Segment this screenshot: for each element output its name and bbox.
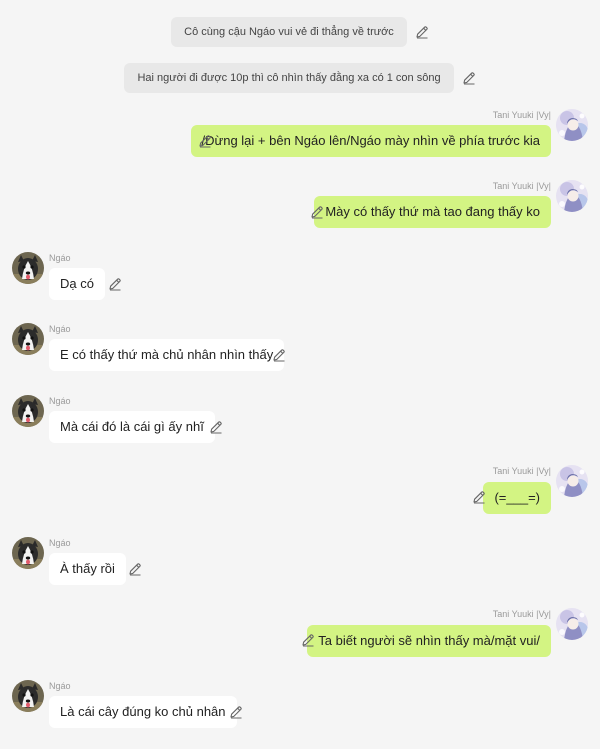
sender-name: Ngáo [49, 538, 71, 548]
narration-bubble: Cô cùng cậu Ngáo vui vẻ đi thẳng về trướ… [171, 17, 407, 47]
pencil-icon[interactable] [209, 420, 223, 434]
avatar[interactable] [556, 608, 588, 640]
pencil-icon[interactable] [310, 205, 324, 219]
message-bubble[interactable]: Ta biết người sẽ nhìn thấy mà/mặt vui/ [307, 625, 551, 657]
sender-name: Tani Yuuki |Vy| [492, 181, 551, 191]
avatar[interactable] [556, 109, 588, 141]
sender-name: Ngáo [49, 681, 71, 691]
pencil-icon[interactable] [472, 490, 486, 504]
sender-name: Tani Yuuki |Vy| [492, 110, 551, 120]
message-bubble[interactable]: Dạ có [49, 268, 105, 300]
narration-row: Hai người đi được 10p thì cô nhìn thấy đ… [0, 63, 600, 93]
pencil-icon[interactable] [462, 71, 476, 85]
avatar[interactable] [12, 680, 44, 712]
narration-bubble: Hai người đi được 10p thì cô nhìn thấy đ… [124, 63, 454, 93]
sender-name: Tani Yuuki |Vy| [492, 609, 551, 619]
avatar[interactable] [12, 252, 44, 284]
pencil-icon[interactable] [128, 562, 142, 576]
avatar[interactable] [556, 465, 588, 497]
avatar[interactable] [12, 323, 44, 355]
avatar[interactable] [12, 395, 44, 427]
message-bubble[interactable]: (=___=) [483, 482, 551, 514]
avatar[interactable] [556, 180, 588, 212]
message-bubble[interactable]: /Dừng lại + bên Ngáo lên/Ngáo mày nhìn v… [190, 125, 551, 157]
message-bubble[interactable]: Mày có thấy thứ mà tao đang thấy ko [314, 196, 551, 228]
sender-name: Ngáo [49, 253, 71, 263]
pencil-icon[interactable] [301, 633, 315, 647]
narration-row: Cô cùng cậu Ngáo vui vẻ đi thẳng về trướ… [0, 17, 600, 47]
pencil-icon[interactable] [272, 348, 286, 362]
pencil-icon[interactable] [198, 134, 212, 148]
sender-name: Tani Yuuki |Vy| [492, 466, 551, 476]
pencil-icon[interactable] [415, 25, 429, 39]
message-bubble[interactable]: À thấy rồi [49, 553, 126, 585]
sender-name: Ngáo [49, 324, 71, 334]
message-bubble[interactable]: Là cái cây đúng ko chủ nhân [49, 696, 237, 728]
avatar[interactable] [12, 537, 44, 569]
sender-name: Ngáo [49, 396, 71, 406]
message-bubble[interactable]: Mà cái đó là cái gì ấy nhĩ [49, 411, 215, 443]
message-bubble[interactable]: E có thấy thứ mà chủ nhân nhìn thấy [49, 339, 285, 371]
pencil-icon[interactable] [108, 277, 122, 291]
pencil-icon[interactable] [229, 705, 243, 719]
